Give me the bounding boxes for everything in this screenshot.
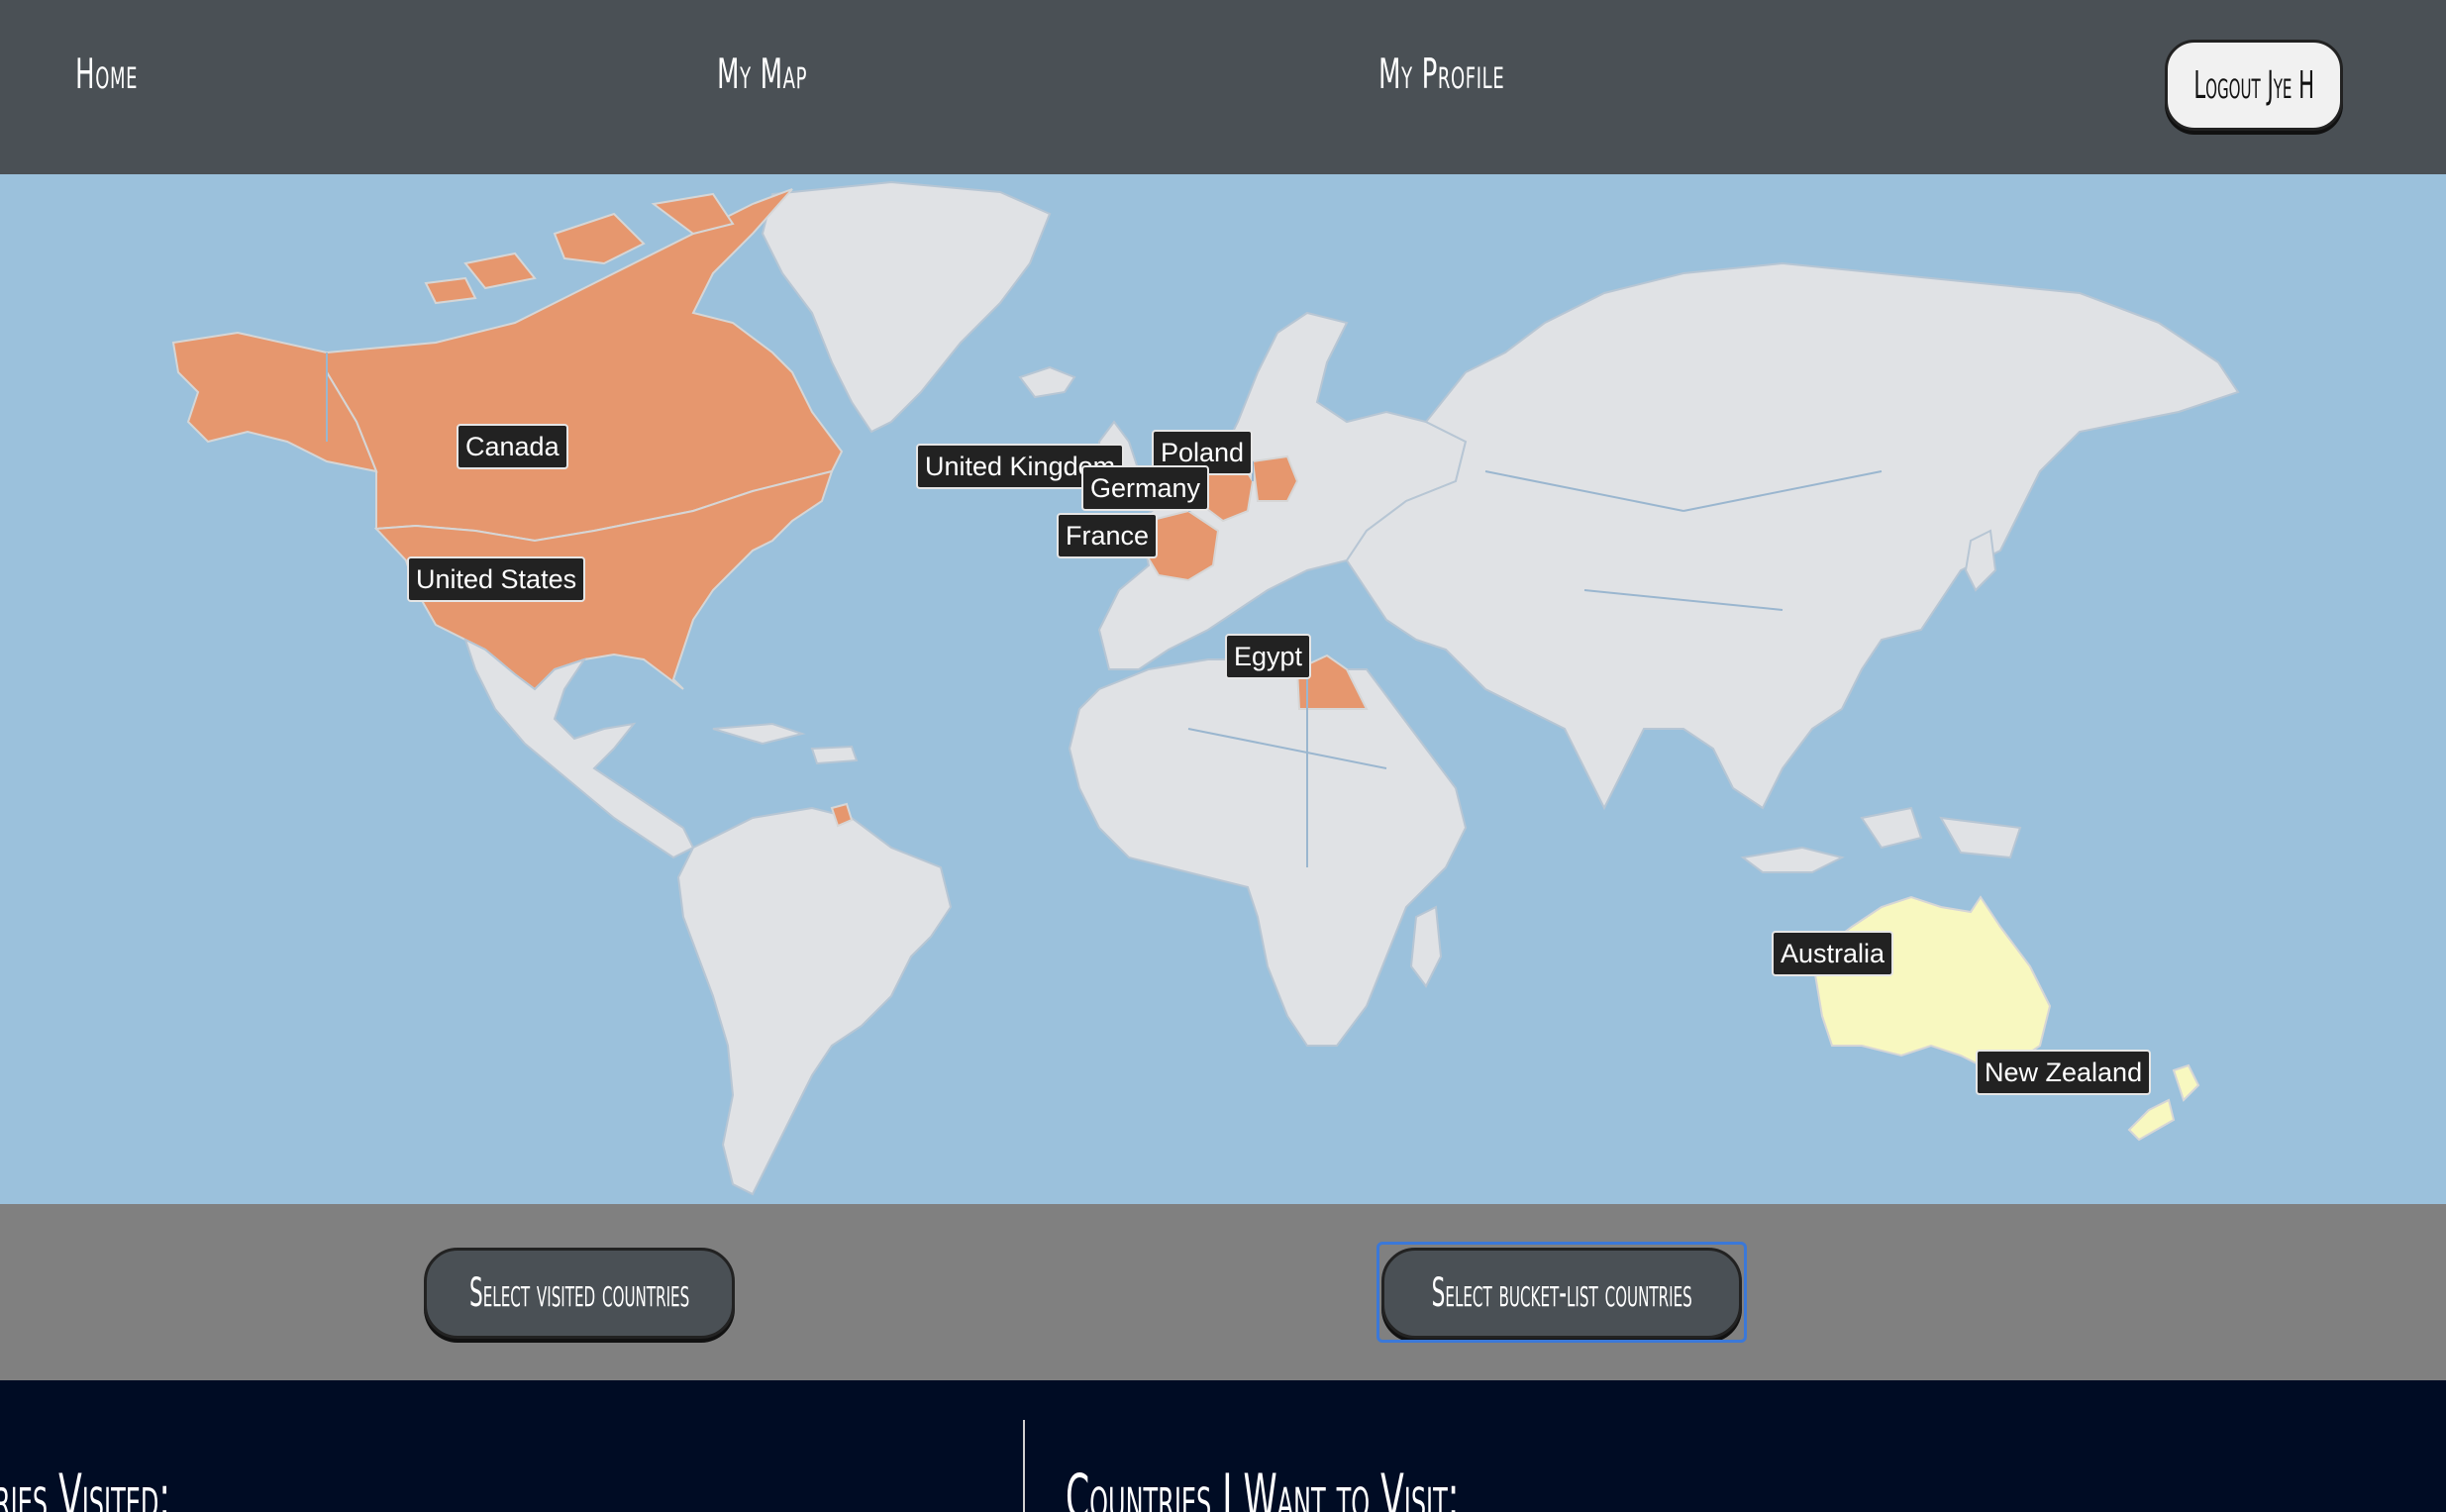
- southeast-asia-islands[interactable]: [1740, 806, 2022, 873]
- country-greenland[interactable]: [761, 180, 1052, 434]
- select-bucket-list-label: Select bucket-list countries: [1431, 1270, 1692, 1316]
- country-australia[interactable]: [1810, 895, 2052, 1066]
- continent-asia[interactable]: [1345, 261, 2240, 811]
- country-iceland[interactable]: [1018, 365, 1076, 399]
- country-madagascar[interactable]: [1409, 905, 1443, 988]
- visited-list-heading: ries Visited:: [0, 1461, 171, 1512]
- select-bucket-list-button[interactable]: Select bucket-list countries: [1381, 1248, 1742, 1339]
- map-label-australia: Australia: [1772, 931, 1894, 976]
- logout-button-label: Logout Jye H: [2193, 63, 2314, 107]
- nav-home-link[interactable]: Home: [75, 40, 138, 109]
- lists-divider: [1023, 1420, 1025, 1512]
- select-visited-button[interactable]: Select visited countries: [424, 1248, 735, 1339]
- map-label-egypt: Egypt: [1225, 634, 1312, 679]
- top-navbar: Home My Map My Profile Logout Jye H: [0, 0, 2446, 174]
- want-to-visit-heading: Countries I Want to Visit:: [1066, 1461, 1460, 1512]
- continent-africa[interactable]: [1068, 658, 1468, 1047]
- countries-lists-section: ries Visited: Countries I Want to Visit:: [0, 1380, 2446, 1512]
- map-label-new-zealand: New Zealand: [1976, 1050, 2152, 1095]
- map-label-united-states: United States: [407, 556, 586, 602]
- map-label-canada: Canada: [457, 424, 568, 469]
- world-map[interactable]: Canada United States United Kingdom Pola…: [0, 174, 2446, 1204]
- country-poland[interactable]: [1251, 454, 1299, 502]
- nav-my-profile-link[interactable]: My Profile: [1378, 40, 1504, 109]
- nav-my-map-link[interactable]: My Map: [717, 40, 807, 109]
- caribbean-islands[interactable]: [712, 722, 859, 765]
- map-label-germany: Germany: [1081, 465, 1210, 511]
- country-mexico[interactable]: [463, 638, 695, 859]
- logout-button[interactable]: Logout Jye H: [2165, 40, 2343, 131]
- select-visited-label: Select visited countries: [468, 1270, 690, 1316]
- continent-south-america[interactable]: [676, 806, 953, 1196]
- map-label-france: France: [1057, 513, 1159, 558]
- selection-mode-bar: [0, 1204, 2446, 1380]
